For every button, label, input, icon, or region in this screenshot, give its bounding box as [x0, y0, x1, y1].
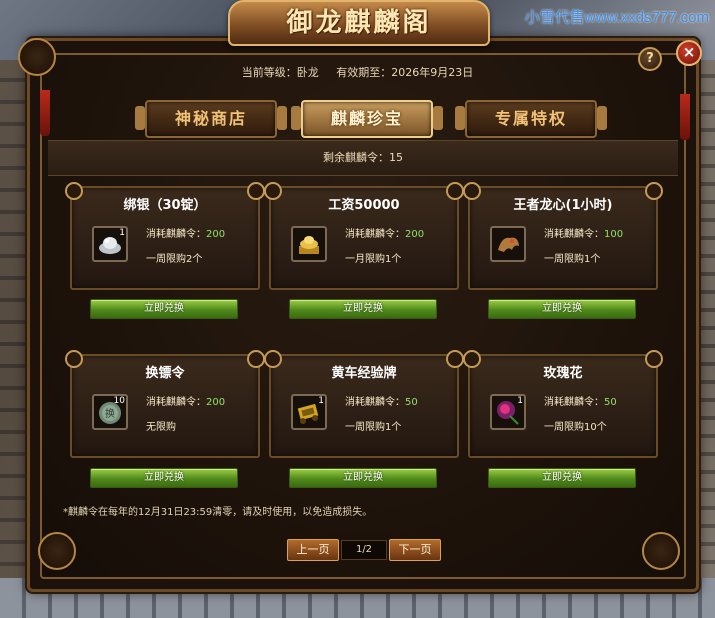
gold-ingot-icon[interactable]: [291, 226, 327, 262]
item-card-escort-token: 换镖令 换 10 消耗麒麟令：200 无限购: [65, 350, 265, 458]
item-cost-label: 消耗麒麟令：: [146, 397, 206, 408]
pagination: 上一页 1/2 下一页: [0, 539, 715, 561]
item-title: 绑银（30锭）: [123, 198, 207, 213]
watermark-text: 小雪代售www.xxds777.com: [524, 9, 709, 26]
item-title: 黄车经验牌: [331, 366, 397, 381]
item-cost-value: 200: [206, 229, 226, 240]
item-title: 换镖令: [145, 366, 185, 381]
item-cost: 消耗麒麟令：200: [146, 393, 225, 408]
item-limit: 无限购: [146, 422, 176, 433]
item-title: 工资50000: [328, 198, 400, 213]
item-cost-value: 50: [405, 397, 418, 408]
item-cost-label: 消耗麒麟令：: [544, 397, 604, 408]
item-limit: 一周限购1个: [345, 422, 402, 433]
redeem-button-rose[interactable]: 立即兑换: [488, 468, 636, 488]
item-cost-label: 消耗麒麟令：: [345, 229, 405, 240]
token-reset-notice: *麒麟令在每年的12月31日23:59清零，请及时使用，以免造成损失。: [63, 507, 373, 518]
item-card-yellow-cart-exp: 黄车经验牌 1 消耗麒麟令：50 一周限购1个: [264, 350, 464, 458]
item-quantity: 1: [318, 396, 324, 406]
redeem-button-yellow-cart-exp[interactable]: 立即兑换: [289, 468, 437, 488]
redeem-button-dragon-heart[interactable]: 立即兑换: [488, 299, 636, 319]
redeem-button-escort-token[interactable]: 立即兑换: [90, 468, 238, 488]
item-limit: 一周限购1个: [544, 254, 601, 265]
item-cost-label: 消耗麒麟令：: [146, 229, 206, 240]
item-card-dragon-heart: 王者龙心(1小时) 消耗麒麟令：100 一周限购1个: [463, 182, 663, 290]
item-title: 玫瑰花: [543, 366, 583, 381]
tassel-left: [40, 90, 50, 136]
next-page-button[interactable]: 下一页: [389, 539, 441, 561]
page-indicator: 1/2: [341, 540, 387, 560]
item-cost: 消耗麒麟令：200: [345, 225, 424, 240]
item-cost-value: 200: [405, 229, 425, 240]
corner-ornament-bottom-left: [38, 532, 76, 570]
svg-text:换: 换: [105, 407, 115, 420]
item-quantity: 1: [119, 228, 125, 238]
tassel-right: [680, 94, 690, 140]
item-cost-label: 消耗麒麟令：: [345, 397, 405, 408]
prev-page-button[interactable]: 上一页: [287, 539, 339, 561]
item-card-salary: 工资50000 消耗麒麟令：200 一月限购1个: [264, 182, 464, 290]
item-limit: 一周限购2个: [146, 254, 203, 265]
item-cost-label: 消耗麒麟令：: [544, 229, 604, 240]
redeem-button-bound-silver[interactable]: 立即兑换: [90, 299, 238, 319]
item-cost-value: 50: [604, 397, 617, 408]
item-quantity: 1: [517, 396, 523, 406]
item-title: 王者龙心(1小时): [513, 198, 613, 213]
item-cost-value: 100: [604, 229, 624, 240]
item-cost: 消耗麒麟令：50: [544, 393, 617, 408]
corner-ornament-bottom-right: [642, 532, 680, 570]
escort-token-icon[interactable]: 换 10: [92, 394, 128, 430]
window-title: 御龙麒麟阁: [286, 8, 432, 38]
item-cost: 消耗麒麟令：50: [345, 393, 418, 408]
item-cost-value: 200: [206, 397, 226, 408]
item-card-rose: 玫瑰花 1 消耗麒麟令：50 一周限购10个: [463, 350, 663, 458]
corner-ornament-top-left: [18, 38, 56, 76]
silver-ingot-icon[interactable]: 1: [92, 226, 128, 262]
item-quantity: 10: [113, 396, 125, 406]
close-button[interactable]: ×: [676, 40, 702, 66]
window-title-plaque: 御龙麒麟阁: [228, 0, 490, 46]
item-card-bound-silver: 绑银（30锭） 1 消耗麒麟令：200 一周限购2个: [65, 182, 265, 290]
dragon-heart-icon[interactable]: [490, 226, 526, 262]
item-cost: 消耗麒麟令：200: [146, 225, 225, 240]
item-grid: 绑银（30锭） 1 消耗麒麟令：200 一周限购2个 立即兑换 工资50000 …: [0, 0, 715, 618]
rose-icon[interactable]: 1: [490, 394, 526, 430]
help-button[interactable]: ?: [638, 47, 662, 71]
redeem-button-salary[interactable]: 立即兑换: [289, 299, 437, 319]
item-cost: 消耗麒麟令：100: [544, 225, 623, 240]
item-limit: 一月限购1个: [345, 254, 402, 265]
yellow-cart-icon[interactable]: 1: [291, 394, 327, 430]
item-limit: 一周限购10个: [544, 422, 607, 433]
